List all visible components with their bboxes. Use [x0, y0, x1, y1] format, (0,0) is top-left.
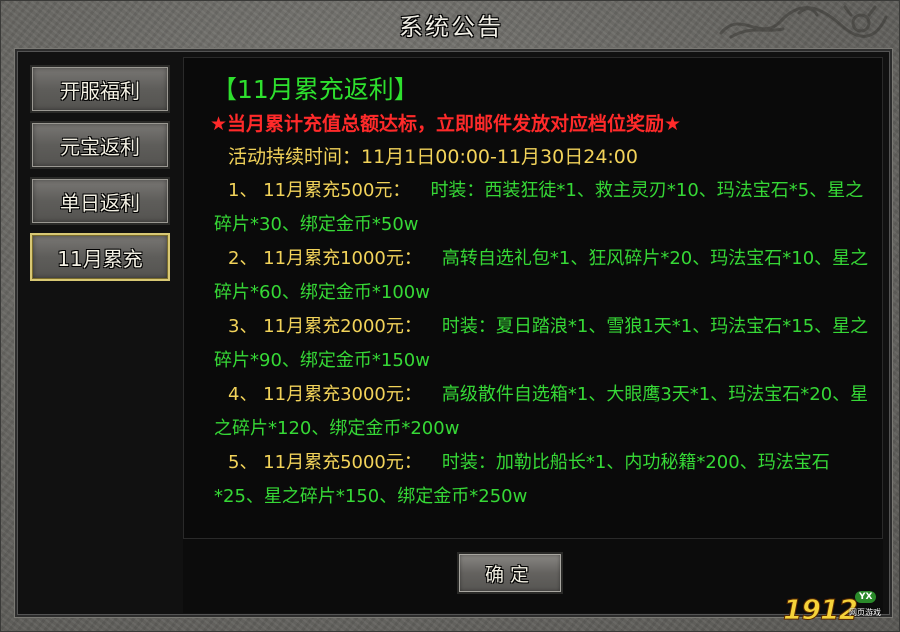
- reward-tier: 4、 11月累充3000元： 高级散件自选箱*1、大眼鹰3天*1、玛法宝石*20、…: [214, 378, 869, 446]
- window-title: 系统公告: [399, 12, 503, 41]
- reward-tier: 3、 11月累充2000元： 时装：夏日踏浪*1、雪狼1天*1、玛法宝石*15、星…: [214, 310, 869, 378]
- dragon-ornament-icon: [719, 5, 888, 39]
- tab-november-cumulative[interactable]: 11月累充: [30, 233, 170, 281]
- announcement-content[interactable]: 【11月累充返利】 ★当月累计充值总额达标，立即邮件发放对应档位奖励★ 活动持续…: [183, 57, 883, 539]
- tab-daily-rebate[interactable]: 单日返利: [30, 177, 170, 225]
- reward-tier: 1、 11月累充500元： 时装：西装狂徒*1、救主灵刃*10、玛法宝石*5、星之…: [214, 174, 869, 242]
- sidebar: 开服福利 元宝返利 单日返利 11月累充: [21, 57, 179, 613]
- tier-prefix: 2、 11月累充1000元：: [228, 248, 422, 269]
- tier-prefix: 1、 11月累充500元：: [228, 180, 411, 201]
- logo-badge: YX: [855, 591, 877, 603]
- logo-subtitle: 网页游戏: [849, 608, 881, 617]
- site-logo: 1912 YX 网页游戏: [783, 589, 893, 629]
- confirm-button[interactable]: 确定: [457, 552, 563, 594]
- tab-server-launch-benefits[interactable]: 开服福利: [30, 65, 170, 113]
- announcement-window: 系统公告 开服福利 元宝返利 单日返利 11月累充 【11月累充返利】 ★当月累…: [0, 0, 900, 632]
- tier-prefix: 3、 11月累充2000元：: [228, 316, 422, 337]
- tier-prefix: 5、 11月累充5000元：: [228, 452, 422, 473]
- tab-ingot-rebate[interactable]: 元宝返利: [30, 121, 170, 169]
- reward-tier: 2、 11月累充1000元： 高转自选礼包*1、狂风碎片*20、玛法宝石*10、星…: [214, 242, 869, 310]
- announcement-heading: 【11月累充返利】: [212, 75, 419, 104]
- announcement-notice: ★当月累计充值总额达标，立即邮件发放对应档位奖励★: [210, 113, 682, 135]
- tier-prefix: 4、 11月累充3000元：: [228, 384, 422, 405]
- reward-tier: 5、 11月累充5000元： 时装：加勒比船长*1、内功秘籍*200、玛法宝石*2…: [214, 446, 869, 514]
- activity-period: 活动持续时间：11月1日00:00-11月30日24:00: [228, 146, 638, 168]
- logo-digits: 1912: [783, 593, 859, 627]
